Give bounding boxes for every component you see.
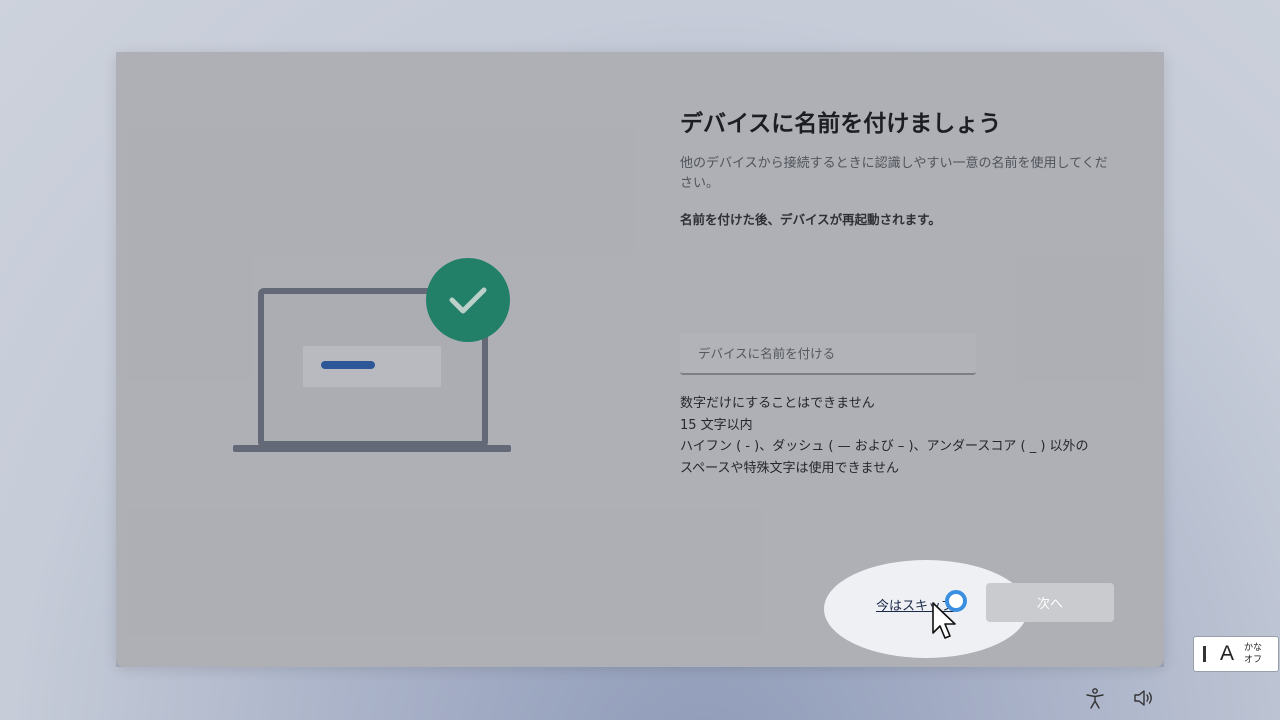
rule-item: ハイフン ( - )、ダッシュ ( — および – )、アンダースコア ( _ … xyxy=(680,439,1089,454)
ime-mode-indicator[interactable]: A かな オフ xyxy=(1193,636,1279,672)
page-title: デバイスに名前を付けましょう xyxy=(680,111,1002,137)
rule-item: 15 文字以内 xyxy=(680,417,753,433)
volume-icon[interactable] xyxy=(1132,687,1154,709)
check-badge xyxy=(426,258,510,342)
mouse-cursor-icon xyxy=(932,602,956,639)
screen-input-bar xyxy=(321,361,375,369)
name-rules: 数字だけにすることはできません 15 文字以内 ハイフン ( - )、ダッシュ … xyxy=(680,393,1140,479)
ime-mode-letter: A xyxy=(1220,642,1235,665)
ime-kana-line: かな xyxy=(1244,643,1263,653)
oobe-dialog: デバイスに名前を付けましょう 他のデバイスから接続するときに認識しやすい一意の名… xyxy=(116,52,1164,667)
ime-kana-status: かな オフ xyxy=(1244,642,1262,666)
device-name-input[interactable] xyxy=(680,333,976,375)
page-subtitle: 他のデバイスから接続するときに認識しやすい一意の名前を使用してください。 xyxy=(680,156,1108,191)
ime-grip-icon xyxy=(1203,646,1206,662)
ime-kana-line: オフ xyxy=(1244,655,1263,665)
rule-item: スペースや特殊文字は使用できません xyxy=(680,460,900,476)
laptop-base xyxy=(233,445,511,452)
laptop-illustration xyxy=(233,258,511,452)
restart-notice: 名前を付けた後、デバイスが再起動されます。 xyxy=(680,212,941,227)
accessibility-icon[interactable] xyxy=(1084,687,1106,709)
rule-item: 数字だけにすることはできません xyxy=(680,396,875,411)
next-button[interactable]: 次へ xyxy=(986,583,1114,622)
